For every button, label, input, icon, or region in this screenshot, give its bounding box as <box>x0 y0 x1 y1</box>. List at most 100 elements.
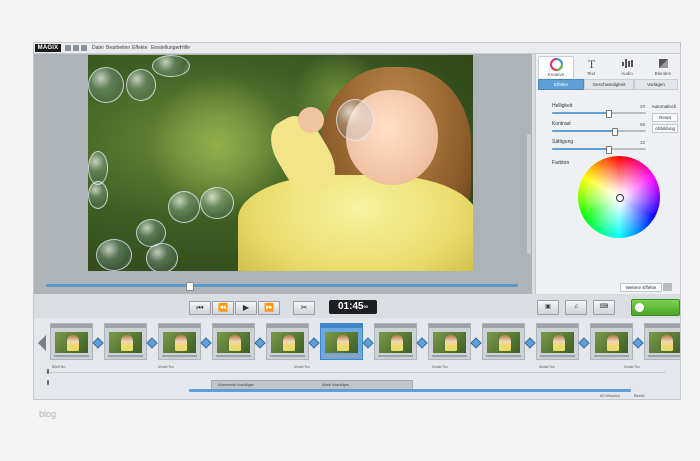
clip-duration-bar <box>594 355 629 357</box>
timeline-clip[interactable] <box>482 323 525 360</box>
timeline-scrollbar[interactable] <box>189 389 631 392</box>
timeline-clip[interactable] <box>104 323 147 360</box>
timeline-clip[interactable] <box>320 323 363 360</box>
menu-item-settings[interactable]: Einstellungen <box>151 44 181 52</box>
add-comment-label[interactable]: Kommentar hinzufügen <box>218 383 254 387</box>
clip-thumbnail <box>487 332 520 353</box>
save-icon[interactable] <box>81 45 87 51</box>
playback-scrubber[interactable] <box>42 282 522 291</box>
timeline-clip[interactable] <box>536 323 579 360</box>
scroll-left-arrow[interactable] <box>38 335 46 351</box>
slider-knob[interactable] <box>606 146 612 154</box>
menu-item-edit[interactable]: Bearbeiten <box>106 44 130 52</box>
image-button[interactable]: Abbildung <box>652 124 678 133</box>
contrast-label: Kontrast <box>552 121 571 127</box>
timeline-clip[interactable] <box>428 323 471 360</box>
menu-item-help[interactable]: Hilfe <box>180 44 190 52</box>
saturation-slider[interactable] <box>552 146 646 154</box>
scrubber-track[interactable] <box>46 284 518 287</box>
scrubber-handle[interactable] <box>186 282 194 291</box>
thumbnail-subject <box>499 335 511 351</box>
timeline-clip[interactable] <box>644 323 680 360</box>
tab-transitions[interactable]: Blenden <box>646 56 680 77</box>
tab-audio[interactable]: Audio <box>610 56 644 77</box>
undo-icon[interactable] <box>65 45 71 51</box>
cut-button[interactable]: ✂ <box>293 301 315 315</box>
insert-music-button[interactable]: ♫ <box>565 300 587 315</box>
brightness-slider[interactable] <box>552 110 646 118</box>
contrast-slider[interactable] <box>552 128 646 136</box>
transition-icon[interactable] <box>632 337 644 349</box>
transition-icon[interactable] <box>308 337 320 349</box>
transition-icon[interactable] <box>92 337 104 349</box>
menu-item-effects[interactable]: Effekte <box>132 44 147 52</box>
transition-icon[interactable] <box>416 337 428 349</box>
redo-icon[interactable] <box>73 45 79 51</box>
clip-duration-bar <box>270 355 305 357</box>
clip-thumbnail <box>109 332 142 353</box>
track-label: Musik/Ton <box>294 365 310 369</box>
subtab-effects[interactable]: Effekte <box>538 79 584 90</box>
girl-hand <box>298 107 324 133</box>
insert-media-button[interactable]: ▣ <box>537 300 559 315</box>
mic-icon[interactable] <box>44 368 52 388</box>
clip-duration-bar <box>432 355 467 357</box>
thumbnail-subject <box>337 335 349 351</box>
export-button[interactable] <box>631 299 680 316</box>
fast-forward-button[interactable]: ⏩ <box>258 301 280 315</box>
transition-icon[interactable] <box>254 337 266 349</box>
tab-text[interactable]: T Text <box>574 56 608 77</box>
transition-icon[interactable] <box>146 337 158 349</box>
menu-item-file[interactable]: Datei <box>92 44 104 52</box>
clip-duration-bar <box>324 355 359 357</box>
thumbnail-subject <box>661 335 673 351</box>
clip-header <box>645 324 680 328</box>
preview-scrollbar[interactable] <box>527 134 531 254</box>
export-icon <box>635 303 644 312</box>
play-button[interactable]: ▶ <box>235 301 257 315</box>
clip-header <box>483 324 524 328</box>
timeline-clip[interactable] <box>158 323 201 360</box>
auto-button[interactable]: Automatisch <box>650 103 678 110</box>
more-effects-button[interactable]: Weitere Effekte <box>620 283 662 292</box>
color-wheel-knob[interactable] <box>616 194 624 202</box>
panel-toggle-icon[interactable] <box>663 283 672 291</box>
video-preview[interactable] <box>88 55 473 271</box>
rewind-button[interactable]: ⏪ <box>212 301 234 315</box>
clip-duration-bar <box>216 355 251 357</box>
reset-button[interactable]: Reset <box>652 113 678 122</box>
clip-header <box>267 324 308 328</box>
skip-start-button[interactable]: ⏮ <box>189 301 211 315</box>
thumbnail-subject <box>283 335 295 351</box>
tab-creative[interactable]: Kreative <box>538 56 574 78</box>
timeline-clip[interactable] <box>590 323 633 360</box>
color-wheel[interactable] <box>578 156 660 238</box>
soap-bubble <box>200 187 234 219</box>
timeline-clip[interactable] <box>212 323 255 360</box>
transition-icon[interactable] <box>362 337 374 349</box>
tab-label: Audio <box>621 71 633 76</box>
clip-header <box>375 324 416 328</box>
transition-icon[interactable] <box>200 337 212 349</box>
clip-thumbnail <box>541 332 574 353</box>
timeline-clip[interactable] <box>50 323 93 360</box>
keyboard-button[interactable]: ⌨ <box>593 300 615 315</box>
timeline-clip[interactable] <box>266 323 309 360</box>
timeline-clip[interactable] <box>374 323 417 360</box>
slider-fill <box>552 148 608 150</box>
soap-bubble <box>88 67 124 103</box>
transport-bar: ⏮ ⏪ ▶ ⏩ ✂ 01:4500 ▣ ♫ ⌨ <box>34 295 680 317</box>
brightness-value: 20 <box>640 104 646 109</box>
clip-thumbnail <box>217 332 250 353</box>
transition-icon[interactable] <box>578 337 590 349</box>
slider-knob[interactable] <box>612 128 618 136</box>
slider-fill <box>552 112 608 114</box>
add-music-label[interactable]: Musik hinzufügen <box>322 383 349 387</box>
transition-icon[interactable] <box>524 337 536 349</box>
slider-knob[interactable] <box>606 110 612 118</box>
subtab-speed[interactable]: Geschwindigkeit <box>584 79 634 90</box>
thumbnail-subject <box>391 335 403 351</box>
transition-icon[interactable] <box>470 337 482 349</box>
thumbnail-subject <box>607 335 619 351</box>
subtab-templates[interactable]: Vorlagen <box>634 79 678 90</box>
